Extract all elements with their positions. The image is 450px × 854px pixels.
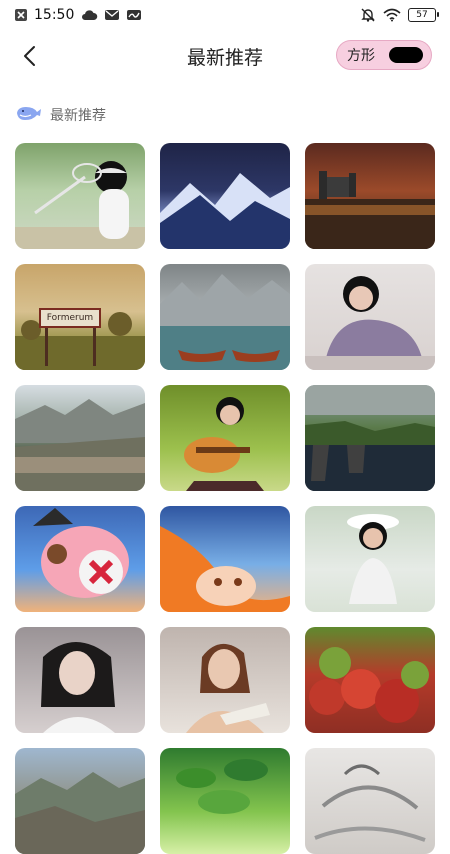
status-left: 15:50 <box>14 7 142 23</box>
shape-toggle-button[interactable]: 方形 <box>336 40 432 70</box>
wallpaper-girl-portrait[interactable] <box>15 627 145 733</box>
mail-icon <box>104 8 120 22</box>
wallpaper-girl-white-hat[interactable] <box>305 506 435 612</box>
wallpaper-tennis-girl[interactable] <box>15 143 145 249</box>
status-time: 15:50 <box>34 7 75 23</box>
back-arrow-icon <box>24 46 35 66</box>
wifi-icon <box>382 8 402 22</box>
wallpaper-red-flowers[interactable] <box>305 627 435 733</box>
wallpaper-cartoon-chopper[interactable] <box>15 506 145 612</box>
wallpaper-girl-guitar[interactable] <box>160 385 290 491</box>
cloud-icon <box>80 8 98 22</box>
wallpaper-coast-cliffs[interactable] <box>305 385 435 491</box>
whale-icon <box>14 104 42 126</box>
wallpaper-green-leaves[interactable] <box>160 748 290 854</box>
sign-text: Formerum <box>39 308 101 328</box>
wallpaper-hills-landscape[interactable] <box>15 748 145 854</box>
close-box-icon <box>14 8 28 22</box>
wallpaper-mountain-river[interactable] <box>15 385 145 491</box>
wallpaper-cartoon-nami[interactable] <box>160 506 290 612</box>
app-icon <box>126 8 142 22</box>
section-header: 最新推荐 <box>14 103 106 127</box>
wallpaper-grid: Formerum <box>15 143 436 854</box>
wallpaper-formerum-sign[interactable]: Formerum <box>15 264 145 370</box>
page-title: 最新推荐 <box>186 46 263 69</box>
wallpaper-night-mountains[interactable] <box>160 143 290 249</box>
battery-level: 57 <box>416 9 428 20</box>
wallpaper-castle-lake[interactable] <box>305 143 435 249</box>
section-title: 最新推荐 <box>50 108 106 124</box>
battery-icon: 57 <box>408 8 439 22</box>
back-button[interactable] <box>14 40 46 72</box>
wallpaper-boats-lake[interactable] <box>160 264 290 370</box>
status-bar: 15:50 57 <box>0 0 450 30</box>
status-right: 57 <box>360 7 439 23</box>
wallpaper-girl-book[interactable] <box>160 627 290 733</box>
toggle-label: 方形 <box>347 48 375 64</box>
header: 最新推荐 方形 <box>0 30 450 82</box>
mute-bell-icon <box>360 7 376 23</box>
wallpaper-ink-painting[interactable] <box>305 748 435 854</box>
wallpaper-girl-sitting[interactable] <box>305 264 435 370</box>
toggle-knob <box>389 47 423 63</box>
